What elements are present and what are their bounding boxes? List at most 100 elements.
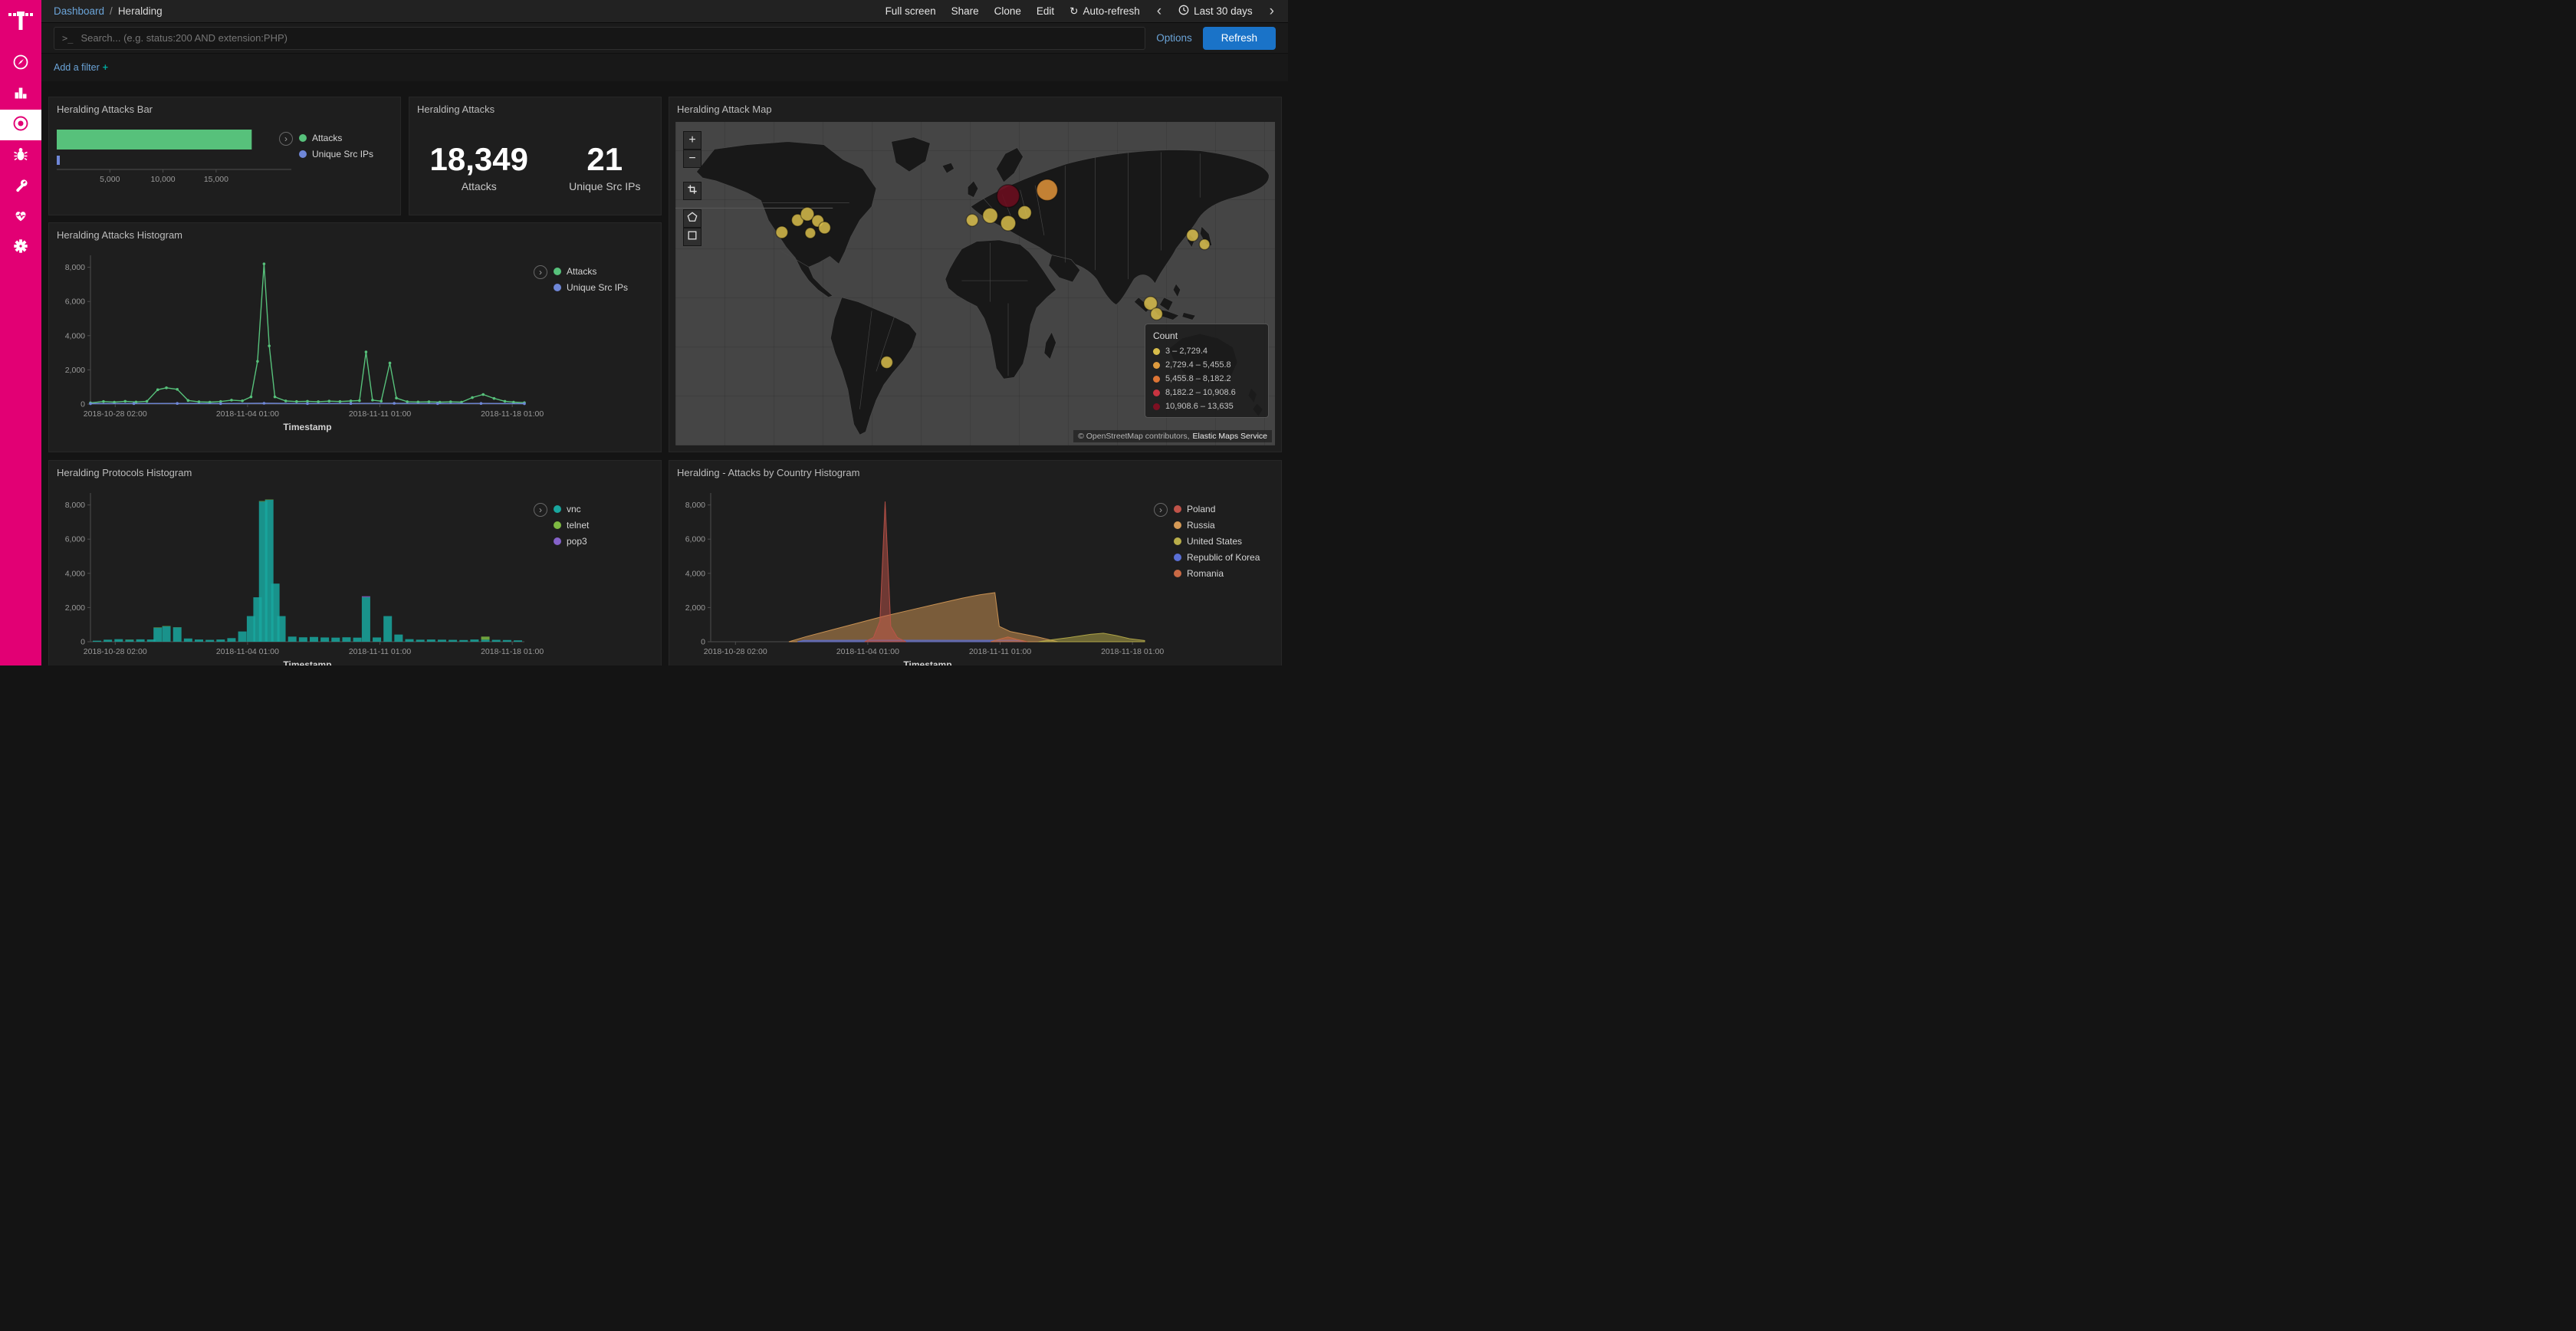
legend-color-dot (554, 284, 561, 291)
legend-item[interactable]: 10,908.6 – 13,635 (1153, 402, 1260, 411)
legend-item[interactable]: 8,182.2 – 10,908.6 (1153, 388, 1260, 397)
svg-text:15,000: 15,000 (204, 175, 228, 184)
svg-text:2018-10-28 02:00: 2018-10-28 02:00 (84, 409, 147, 419)
attack-circle[interactable] (1199, 239, 1210, 250)
sidebar-item-dashboard[interactable] (0, 48, 41, 79)
breadcrumb-separator: / (110, 5, 113, 17)
sidebar-item-settings[interactable] (0, 232, 41, 263)
osm-attribution[interactable]: © OpenStreetMap contributors, (1078, 432, 1189, 441)
map-legend-entries: 3 – 2,729.4 2,729.4 – 5,455.8 5,455.8 – 8,… (1153, 347, 1260, 411)
attack-circle[interactable] (1037, 179, 1057, 201)
legend-item[interactable]: United States (1174, 536, 1260, 547)
legend: Attacks Unique Src IPs (554, 266, 628, 293)
legend-label: United States (1187, 536, 1242, 547)
svg-text:2018-11-11 01:00: 2018-11-11 01:00 (349, 647, 412, 656)
metric-attacks: 18,349 Attacks (430, 141, 528, 192)
clone-button[interactable]: Clone (994, 5, 1021, 17)
sidebar-item-honeypot[interactable] (0, 140, 41, 171)
zoom-in-button[interactable]: + (683, 131, 702, 150)
auto-refresh-button[interactable]: ↻ Auto-refresh (1070, 5, 1140, 18)
options-link[interactable]: Options (1156, 32, 1192, 44)
legend-item[interactable]: Poland (1174, 504, 1260, 514)
attack-circle[interactable] (805, 228, 816, 238)
legend-item[interactable]: Unique Src IPs (554, 282, 628, 293)
legend: Attacks Unique Src IPs (299, 133, 373, 159)
legend-label: Unique Src IPs (567, 282, 628, 293)
legend-item[interactable]: telnet (554, 520, 589, 531)
search-input[interactable]: >_ Search... (e.g. status:200 AND extens… (54, 27, 1145, 50)
sidebar-item-live-attack[interactable] (0, 202, 41, 232)
time-forward-chevron[interactable]: › (1268, 4, 1276, 18)
legend-toggle-icon[interactable]: › (279, 132, 293, 146)
legend-item[interactable]: pop3 (554, 536, 589, 547)
svg-text:Timestamp: Timestamp (903, 659, 951, 666)
svg-text:2018-10-28 02:00: 2018-10-28 02:00 (704, 647, 767, 656)
attack-circle[interactable] (1151, 308, 1163, 320)
attack-circle[interactable] (776, 226, 788, 238)
sidebar-item-tools[interactable] (0, 171, 41, 202)
svg-text:2018-10-28 02:00: 2018-10-28 02:00 (84, 647, 147, 656)
attack-circle[interactable] (819, 222, 831, 234)
elastic-maps-attribution[interactable]: Elastic Maps Service (1193, 432, 1267, 441)
attack-circle[interactable] (1001, 215, 1016, 231)
legend-item[interactable]: Attacks (554, 266, 628, 277)
legend-item[interactable]: Unique Src IPs (299, 149, 373, 159)
legend-color-dot (299, 134, 307, 142)
share-button[interactable]: Share (951, 5, 979, 17)
legend-label: Romania (1187, 568, 1224, 579)
attack-circle[interactable] (997, 185, 1019, 208)
legend-item[interactable]: vnc (554, 504, 589, 514)
zoom-out-button[interactable]: − (683, 150, 702, 168)
legend-toggle-icon[interactable]: › (534, 503, 547, 517)
telekom-logo[interactable] (8, 9, 34, 36)
panel-title: Heralding Attack Map (669, 97, 1281, 121)
metric-group: 18,349 Attacks 21 Unique Src IPs (409, 141, 661, 192)
full-screen-button[interactable]: Full screen (886, 5, 936, 17)
attack-circle[interactable] (881, 357, 893, 369)
breadcrumb-dashboard-link[interactable]: Dashboard (54, 5, 104, 17)
legend-toggle-icon[interactable]: › (534, 265, 547, 279)
legend-item[interactable]: 5,455.8 – 8,182.2 (1153, 374, 1260, 383)
legend-color-dot (1174, 537, 1181, 545)
svg-text:0: 0 (701, 638, 705, 647)
time-range-picker[interactable]: Last 30 days (1178, 5, 1253, 18)
legend-label: Russia (1187, 520, 1215, 531)
legend-item[interactable]: Republic of Korea (1174, 552, 1260, 563)
refresh-button[interactable]: Refresh (1203, 27, 1276, 50)
edit-button[interactable]: Edit (1037, 5, 1054, 17)
attack-circle[interactable] (1187, 229, 1199, 242)
filter-bar: Add a filter+ (41, 54, 1288, 81)
svg-text:2,000: 2,000 (65, 366, 85, 375)
panel-title: Heralding Attacks Histogram (49, 223, 661, 247)
svg-text:8,000: 8,000 (65, 263, 85, 272)
attack-circle[interactable] (966, 214, 978, 226)
time-back-chevron[interactable]: ‹ (1155, 4, 1163, 18)
attack-circle[interactable] (1018, 205, 1032, 219)
legend-item[interactable]: Russia (1174, 520, 1260, 531)
speedometer-icon (12, 54, 29, 74)
legend-color-dot (1174, 521, 1181, 529)
legend-label: Unique Src IPs (312, 149, 373, 159)
panel-attacks-metric: Heralding Attacks 18,349 Attacks 21 Uniq… (409, 97, 662, 215)
legend-toggle-icon[interactable]: › (1154, 503, 1168, 517)
legend-item[interactable]: Romania (1174, 568, 1260, 579)
legend-item[interactable]: Attacks (299, 133, 373, 143)
svg-text:8,000: 8,000 (685, 501, 705, 510)
rectangle-select-button[interactable] (683, 228, 702, 246)
polygon-select-button[interactable] (683, 209, 702, 228)
world-map[interactable]: + − Count 3 – 2,729.42,729.4 – 5,455.85,… (675, 122, 1275, 445)
legend-item[interactable]: 3 – 2,729.4 (1153, 347, 1260, 356)
svg-text:5,000: 5,000 (100, 175, 120, 184)
heartbeat-icon (12, 207, 29, 228)
attack-circle[interactable] (983, 208, 998, 223)
sidebar-item-attack-stats[interactable] (0, 110, 41, 140)
add-filter-link[interactable]: Add a filter+ (54, 62, 108, 73)
fit-bounds-button[interactable] (683, 182, 702, 200)
legend-color-dot (1174, 505, 1181, 513)
legend-label: Poland (1187, 504, 1215, 514)
sidebar-item-analytics[interactable] (0, 79, 41, 110)
search-placeholder: Search... (e.g. status:200 AND extension… (80, 32, 288, 44)
tpot-sidebar (0, 0, 41, 666)
svg-text:2018-11-18 01:00: 2018-11-18 01:00 (481, 647, 544, 656)
legend-item[interactable]: 2,729.4 – 5,455.8 (1153, 360, 1260, 370)
